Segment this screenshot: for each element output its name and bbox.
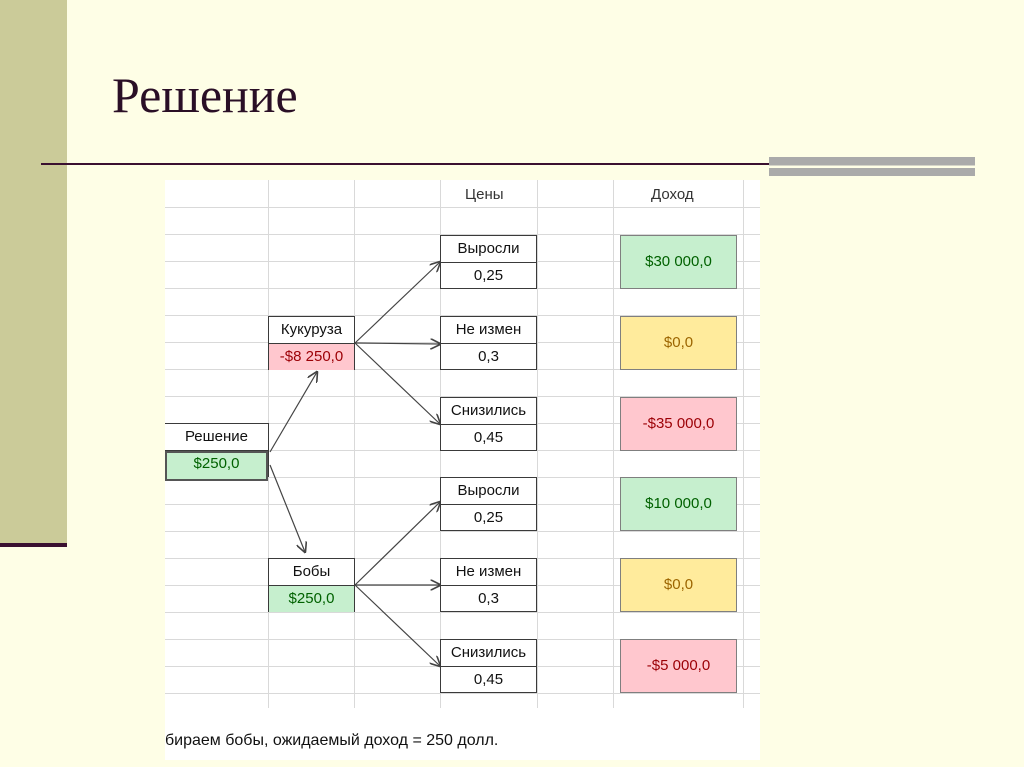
branch-node-beans: Бобы $250,0: [268, 558, 355, 612]
outcome-probability: 0,25: [473, 267, 504, 284]
payoff-cell: $10 000,0: [620, 477, 737, 531]
arrow-root-to-corn: [269, 372, 317, 453]
branch-label: Кукуруза: [269, 317, 354, 344]
arrow-root-to-beans: [269, 464, 305, 552]
title-divider: [41, 163, 771, 165]
outcome-node: Выросли 0,25: [440, 235, 537, 289]
arrow-beans-down: [354, 584, 440, 666]
slide-title: Решение: [112, 67, 298, 123]
root-value: $250,0: [165, 451, 268, 481]
outcome-label: Не измен: [441, 317, 536, 344]
outcome-probability: 0,45: [473, 671, 504, 688]
outcome-node: Не измен 0,3: [440, 316, 537, 370]
root-label: Решение: [165, 424, 268, 451]
branch-node-corn: Кукуруза -$8 250,0: [268, 316, 355, 370]
sidebar-accent-line: [0, 543, 67, 547]
outcome-probability: 0,3: [478, 348, 499, 365]
payoff-cell: -$5 000,0: [620, 639, 737, 693]
branch-label: Бобы: [269, 559, 354, 586]
root-node: Решение $250,0: [165, 423, 269, 481]
payoff-cell: -$35 000,0: [620, 397, 737, 451]
outcome-probability: 0,25: [473, 509, 504, 526]
branch-value: -$8 250,0: [269, 344, 354, 370]
title-divider-accent: [769, 157, 975, 176]
outcome-label: Снизились: [441, 640, 536, 667]
decision-tree-sheet: Цены Доход Решение $250,0 Кукуруза -$8 2…: [165, 180, 760, 760]
arrow-corn-same: [354, 343, 440, 344]
arrow-corn-down: [354, 342, 440, 424]
outcome-node: Снизились 0,45: [440, 397, 537, 451]
arrow-beans-up: [354, 502, 440, 586]
outcome-probability: 0,45: [473, 429, 504, 446]
outcome-node: Не измен 0,3: [440, 558, 537, 612]
outcome-probability: 0,3: [478, 590, 499, 607]
sidebar-decoration: [0, 0, 67, 545]
outcome-label: Выросли: [441, 236, 536, 263]
branch-value: $250,0: [269, 586, 354, 612]
payoff-cell: $0,0: [620, 316, 737, 370]
conclusion-text: бираем бобы, ожидаемый доход = 250 долл.: [165, 732, 499, 749]
outcome-label: Снизились: [441, 398, 536, 425]
arrow-corn-up: [354, 262, 440, 344]
outcome-label: Выросли: [441, 478, 536, 505]
payoff-cell: $0,0: [620, 558, 737, 612]
outcome-node: Выросли 0,25: [440, 477, 537, 531]
outcome-label: Не измен: [441, 559, 536, 586]
payoff-cell: $30 000,0: [620, 235, 737, 289]
outcome-node: Снизились 0,45: [440, 639, 537, 693]
